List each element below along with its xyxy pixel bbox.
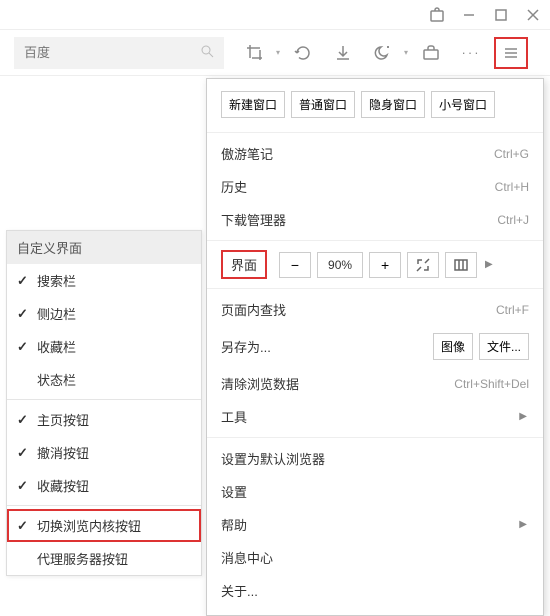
menu-item-help[interactable]: 帮助 ▶ [207,508,543,541]
shortcut: Ctrl+J [497,213,529,227]
separator [207,240,543,241]
menu-item-tools[interactable]: 工具 ▶ [207,400,543,433]
menu-item-settings[interactable]: 设置 [207,475,543,508]
save-file-button[interactable]: 文件... [479,333,529,360]
menu-item-about[interactable]: 关于... [207,574,543,607]
split-view-button[interactable] [445,252,477,278]
separator [207,437,543,438]
menu-label: 另存为... [221,337,271,356]
zoom-value: 90% [317,252,363,278]
menu-item-saveas[interactable]: 另存为... 图像 文件... [207,326,543,367]
search-input[interactable] [24,45,200,60]
minimize-button[interactable] [460,6,478,24]
toggle-undo-button[interactable]: 撤消按钮 [7,436,201,469]
toggle-home-button[interactable]: 主页按钮 [7,403,201,436]
zoom-row: 界面 − 90% + ▶ [207,245,543,284]
crop-icon[interactable] [238,37,272,69]
shortcut: Ctrl+G [494,147,529,161]
panel-title: 自定义界面 [7,231,201,264]
menu-label: 页面内查找 [221,300,286,319]
menu-label: 设置为默认浏览器 [221,449,325,468]
menu-label: 设置 [221,482,247,501]
maximize-button[interactable] [492,6,510,24]
menu-label: 帮助 [221,515,247,534]
shortcut: Ctrl+F [496,303,529,317]
new-window-button[interactable]: 新建窗口 [221,91,285,118]
main-menu: 新建窗口 普通窗口 隐身窗口 小号窗口 傲游笔记Ctrl+G 历史Ctrl+H … [206,78,544,616]
extension-icon[interactable] [428,6,446,24]
ui-label[interactable]: 界面 [221,250,267,279]
more-icon[interactable]: ··· [454,37,488,69]
small-window-button[interactable]: 小号窗口 [431,91,495,118]
toggle-sidebar[interactable]: 侧边栏 [7,297,201,330]
menu-label: 工具 [221,407,247,426]
incognito-window-button[interactable]: 隐身窗口 [361,91,425,118]
toggle-statusbar[interactable]: 状态栏 [7,363,201,396]
download-icon[interactable] [326,37,360,69]
menu-label: 傲游笔记 [221,144,273,163]
menu-label: 历史 [221,177,247,196]
fullscreen-button[interactable] [407,252,439,278]
menu-item-downloads[interactable]: 下载管理器 Ctrl+J [207,203,543,236]
chevron-right-icon: ▶ [517,411,529,422]
chevron-right-icon[interactable]: ▶ [483,259,495,270]
refresh-icon[interactable] [286,37,320,69]
separator [207,132,543,133]
toggle-favorites-bar[interactable]: 收藏栏 [7,330,201,363]
toggle-favorite-button[interactable]: 收藏按钮 [7,469,201,502]
zoom-out-button[interactable]: − [279,252,311,278]
menu-item-messages[interactable]: 消息中心 [207,541,543,574]
toggle-kernel-switch-button[interactable]: 切换浏览内核按钮 [7,509,201,542]
shortcut: Ctrl+H [495,180,529,194]
toolbar: ▾ ▾ ··· [0,30,550,76]
menu-label: 清除浏览数据 [221,374,299,393]
chevron-down-icon[interactable]: ▾ [404,48,408,57]
menu-item-history[interactable]: 历史 Ctrl+H [207,170,543,203]
menu-label: 消息中心 [221,548,273,567]
menu-item-find[interactable]: 页面内查找 Ctrl+F [207,293,543,326]
menu-item-notes[interactable]: 傲游笔记 Ctrl+G [207,137,543,170]
search-box[interactable] [14,37,224,69]
chevron-right-icon: ▶ [517,519,529,530]
toggle-searchbar[interactable]: 搜索栏 [7,264,201,297]
search-icon[interactable] [200,44,214,61]
toggle-proxy-button[interactable]: 代理服务器按钮 [7,542,201,575]
customize-ui-panel: 自定义界面 搜索栏 侧边栏 收藏栏 状态栏 主页按钮 撤消按钮 收藏按钮 切换浏… [6,230,202,576]
toolbox-icon[interactable] [414,37,448,69]
menu-item-default-browser[interactable]: 设置为默认浏览器 [207,442,543,475]
normal-window-button[interactable]: 普通窗口 [291,91,355,118]
menu-item-clear-data[interactable]: 清除浏览数据 Ctrl+Shift+Del [207,367,543,400]
shortcut: Ctrl+Shift+Del [454,377,529,391]
menu-label: 下载管理器 [221,210,286,229]
separator [7,399,201,400]
menu-button[interactable] [494,37,528,69]
window-buttons-row: 新建窗口 普通窗口 隐身窗口 小号窗口 [207,87,543,128]
menu-label: 关于... [221,581,258,600]
zoom-in-button[interactable]: + [369,252,401,278]
separator [207,288,543,289]
save-image-button[interactable]: 图像 [433,333,473,360]
chevron-down-icon[interactable]: ▾ [276,48,280,57]
close-button[interactable] [524,6,542,24]
separator [7,505,201,506]
titlebar [0,0,550,30]
night-mode-icon[interactable] [366,37,400,69]
